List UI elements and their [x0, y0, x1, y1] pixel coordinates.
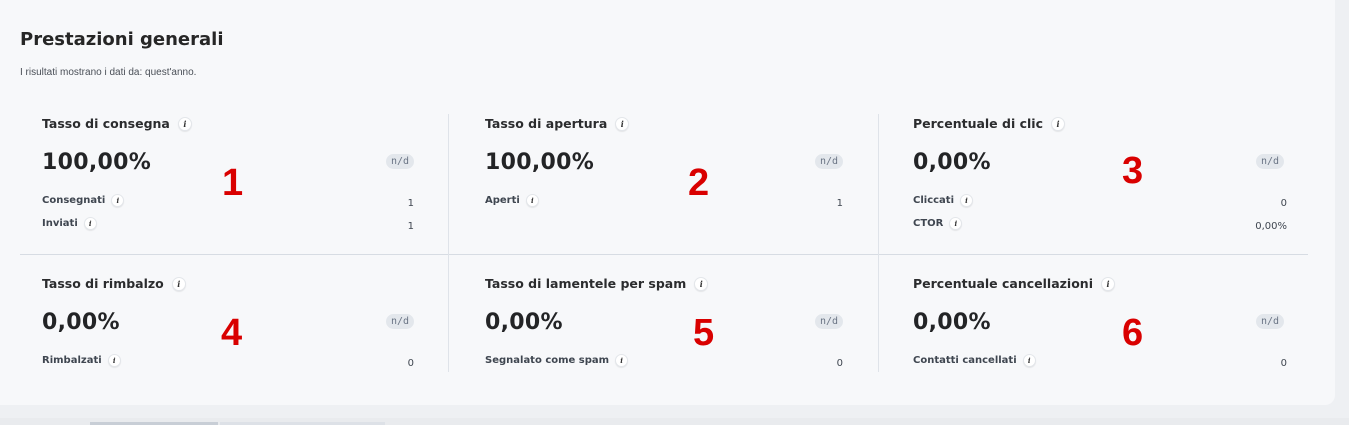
info-icon[interactable]: i [1051, 116, 1065, 131]
metric-row-unsubscribed: Contatti cancellati i [913, 354, 1036, 367]
metric-value: 100,00% [42, 150, 152, 175]
metric-row-value: 1 [407, 221, 414, 232]
metric-row-clicked: Cliccati i [913, 194, 974, 207]
metric-row-label: CTOR [913, 218, 944, 229]
info-icon[interactable]: i [960, 194, 974, 207]
annotation-number: 6 [1122, 312, 1144, 354]
comparison-badge: n/d [815, 314, 844, 329]
metric-row-sent: Inviati i [42, 217, 97, 230]
metric-value: 0,00% [42, 310, 120, 335]
annotation-number: 3 [1122, 150, 1144, 192]
metric-title-label: Tasso di lamentele per spam [485, 276, 687, 291]
metric-row-reported-spam: Segnalato come spam i [485, 354, 629, 367]
column-divider [878, 114, 879, 372]
info-icon[interactable]: i [107, 354, 121, 367]
metric-title-label: Percentuale cancellazioni [913, 276, 1093, 291]
metric-row-label: Contatti cancellati [913, 355, 1017, 366]
comparison-badge: n/d [1256, 314, 1285, 329]
metric-row-opened: Aperti i [485, 194, 539, 207]
metric-row-value: 1 [836, 198, 843, 209]
info-icon[interactable]: i [525, 194, 539, 207]
performance-card: Prestazioni generali I risultati mostran… [0, 0, 1335, 405]
metric-row-delivered: Consegnati i [42, 194, 125, 207]
info-icon[interactable]: i [83, 217, 97, 230]
metric-unsubscribe-rate: Percentuale cancellazioni i 0,00% n/d Co… [913, 276, 1287, 369]
info-icon[interactable]: i [615, 354, 629, 367]
row-divider [20, 254, 1308, 255]
info-icon[interactable]: i [615, 116, 630, 131]
metric-title: Tasso di apertura i [485, 116, 630, 131]
metric-title: Tasso di rimbalzo i [42, 276, 186, 291]
metric-row-label: Segnalato come spam [485, 355, 610, 366]
page-subtitle: I risultati mostrano i dati da: quest'an… [20, 67, 197, 78]
metric-row-value: 0 [407, 358, 414, 369]
page-title: Prestazioni generali [20, 29, 224, 50]
column-divider [448, 114, 449, 372]
metric-row-ctor: CTOR i [913, 217, 963, 230]
metric-value: 0,00% [485, 310, 563, 335]
info-icon[interactable]: i [111, 194, 125, 207]
metric-click-rate: Percentuale di clic i 0,00% n/d Cliccati… [913, 116, 1287, 246]
comparison-badge: n/d [386, 154, 415, 169]
info-icon[interactable]: i [171, 276, 186, 291]
metric-row-value: 1 [407, 198, 414, 209]
metric-row-value: 0,00% [1255, 221, 1287, 232]
metric-title-label: Percentuale di clic [913, 116, 1043, 131]
comparison-badge: n/d [386, 314, 415, 329]
metric-row-label: Consegnati [42, 195, 106, 206]
metrics-grid: Tasso di consegna i 100,00% n/d Consegna… [20, 114, 1308, 372]
metric-open-rate: Tasso di apertura i 100,00% n/d Aperti i… [485, 116, 844, 246]
metric-title-label: Tasso di apertura [485, 116, 608, 131]
metric-row-label: Rimbalzati [42, 355, 102, 366]
comparison-badge: n/d [1256, 154, 1285, 169]
metric-value: 0,00% [913, 150, 991, 175]
info-icon[interactable]: i [1022, 354, 1036, 367]
metric-value: 100,00% [485, 150, 595, 175]
metric-row-label: Aperti [485, 195, 520, 206]
metric-title: Percentuale cancellazioni i [913, 276, 1115, 291]
metric-row-value: 0 [836, 358, 843, 369]
metric-title-label: Tasso di consegna [42, 116, 170, 131]
annotation-number: 1 [222, 162, 244, 204]
comparison-badge: n/d [815, 154, 844, 169]
annotation-number: 4 [221, 312, 243, 354]
info-icon[interactable]: i [177, 116, 192, 131]
info-icon[interactable]: i [1100, 276, 1115, 291]
metric-row-value: 0 [1280, 358, 1287, 369]
bottom-strip [0, 418, 1349, 425]
info-icon[interactable]: i [949, 217, 963, 230]
annotation-number: 5 [693, 312, 715, 354]
metric-row-label: Inviati [42, 218, 78, 229]
metric-title: Tasso di lamentele per spam i [485, 276, 709, 291]
metric-title: Tasso di consegna i [42, 116, 192, 131]
metric-spam-complaint-rate: Tasso di lamentele per spam i 0,00% n/d … [485, 276, 844, 369]
metric-title-label: Tasso di rimbalzo [42, 276, 164, 291]
metric-row-bounced: Rimbalzati i [42, 354, 121, 367]
metric-title: Percentuale di clic i [913, 116, 1065, 131]
annotation-number: 2 [688, 162, 710, 204]
metric-value: 0,00% [913, 310, 991, 335]
metric-row-label: Cliccati [913, 195, 955, 206]
metric-row-value: 0 [1280, 198, 1287, 209]
info-icon[interactable]: i [694, 276, 709, 291]
